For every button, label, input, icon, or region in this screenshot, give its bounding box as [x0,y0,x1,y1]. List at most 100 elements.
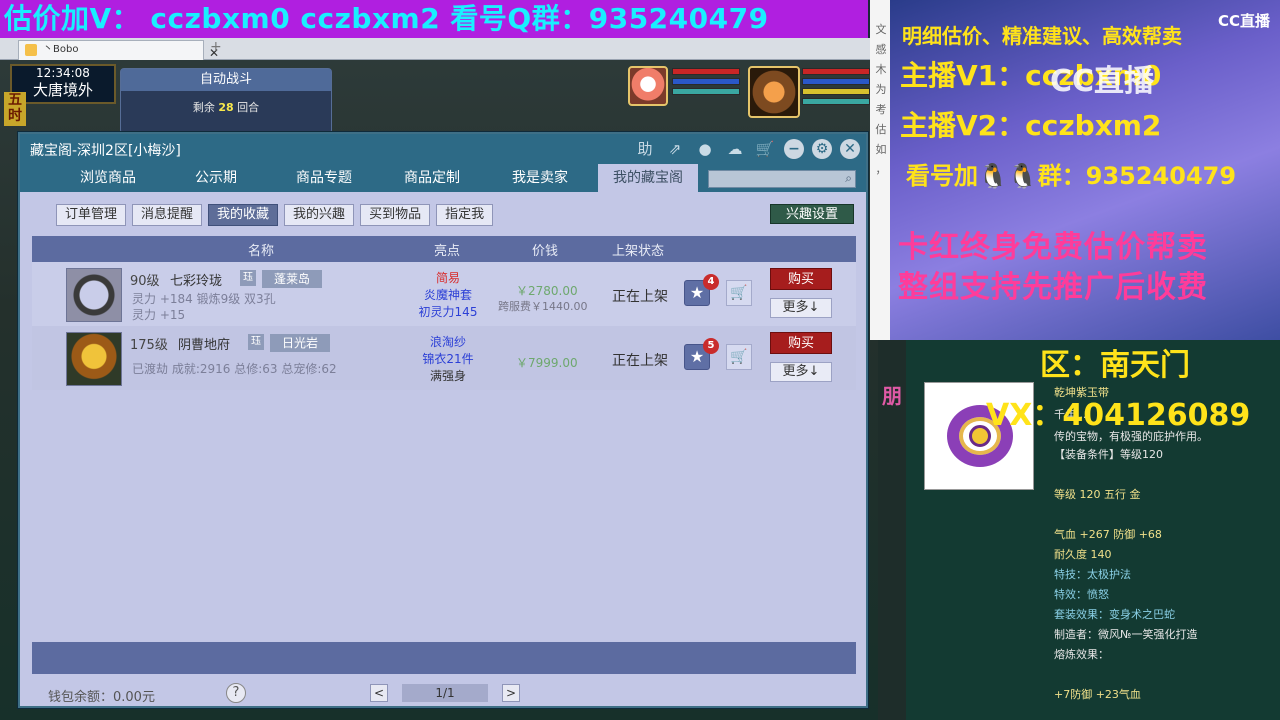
tab-browse[interactable]: 浏览商品 [58,164,158,192]
player-status-bars [802,68,870,108]
designated-me-button[interactable]: 指定我 [436,204,494,226]
order-management-button[interactable]: 订单管理 [56,204,127,226]
tab-custom[interactable]: 商品定制 [382,164,482,192]
promo-line-3: 主播V2：cczbxm2 [900,109,1162,142]
item-attributes: 灵力 +184 锻炼9级 双3孔 [132,292,276,306]
pet-status-bars [672,68,740,98]
player-avatar-icon[interactable] [748,66,800,118]
col-status: 上架状态 [612,244,665,259]
col-highlight: 亮点 [434,244,461,259]
sub-nav: 订单管理 消息提醒 我的收藏 我的兴趣 买到物品 指定我 [56,204,494,226]
tooltip-requirement: 【装备条件】等级120 [1054,448,1163,461]
table-header: 名称 亮点 价钱 上架状态 [32,236,856,262]
tooltip-smelt-label: 熔炼效果： [1054,648,1109,661]
tab-my-pavilion[interactable]: 我的藏宝阁 [598,164,698,192]
chat-char: ， [875,163,887,176]
tooltip-effect: 特效：愤怒 [1054,588,1109,601]
tooltip-smelt: +7防御 +23气血 [1054,688,1141,701]
col-price: 价钱 [532,244,559,259]
tab-topics[interactable]: 商品专题 [274,164,374,192]
game-time: 12:34:08 [36,66,90,80]
stream-promo-panel: CC直播 明细估价、精准建议、高效帮卖 主播V1：cczbxm0 主播V2：cc… [890,0,1280,340]
my-interests-button[interactable]: 我的兴趣 [284,204,355,226]
item-attributes: 已渡劫 成就:2916 总修:63 总宠修:62 [132,362,337,376]
listing-status: 正在上架 [612,353,668,369]
item-level: 175级 [130,338,168,353]
search-icon[interactable]: ⌕ [845,171,852,186]
pet-avatar-icon[interactable] [628,66,668,106]
help-question-icon[interactable]: ? [226,683,246,703]
add-to-cart-icon[interactable]: 🛒 [726,280,752,306]
buy-button[interactable]: 购买 [770,268,832,290]
highlight-text: 炎魔神套 [423,288,472,302]
message-alert-button[interactable]: 消息提醒 [132,204,203,226]
chat-strip: 文 感 木 为 考 估 如 ， [870,0,892,340]
promo-line-4: 看号加🐧🐧群：935240479 [906,162,1237,190]
server-tag: 珏 [248,334,264,350]
item-name: 阴曹地府 [178,338,231,353]
tooltip-stats: 气血 +267 防御 +68 [1054,528,1162,541]
close-icon[interactable]: ✕ [840,139,860,159]
character-portrait-icon[interactable] [66,332,122,386]
promo-banner: 估价加V： cczbxm0 cczbxm2 看号Q群：935240479 [0,0,868,38]
col-name: 名称 [248,244,275,259]
game-location: 大唐境外 [32,81,93,99]
highlight-text: 初灵力145 [418,305,478,319]
more-button[interactable]: 更多↓ [770,362,832,382]
tooltip-maker: 制造者：微风№一笑强化打造 [1054,628,1198,641]
listing-status: 正在上架 [612,289,668,305]
window-tools: 助 ⇗ ● ☁ 🛒 − ⚙ ✕ [634,138,860,160]
add-to-cart-icon[interactable]: 🛒 [726,344,752,370]
chat-char: 如 [875,143,887,156]
auto-battle-rounds: 剩余 28 回合 [192,101,260,114]
cc-live-logo: CC直播 [1217,12,1270,30]
tab-publicity[interactable]: 公示期 [166,164,266,192]
promo-line-5: 卡红终身免费估价帮卖 [898,230,1208,265]
server-badge: 日光岩 [270,334,331,352]
highlight-text: 简易 [435,271,460,285]
interest-settings-button[interactable]: 兴趣设置 [770,204,854,224]
minimize-icon[interactable]: − [784,139,804,159]
time-period-tag: 五时 [4,92,26,126]
purchased-items-button[interactable]: 买到物品 [360,204,431,226]
page-indicator: 1/1 [402,684,488,702]
highlight-text: 浪淘纱 [429,335,466,349]
vx-overlay: VX：404126089 [986,398,1251,433]
table-row[interactable]: 175级 阴曹地府 珏 日光岩 已渡劫 成就:2916 总修:63 总宠修:62… [32,326,856,390]
auto-battle-title: 自动战斗 [121,69,331,91]
tab-seller[interactable]: 我是卖家 [490,164,590,192]
cart-icon[interactable]: 🛒 [754,138,776,160]
browser-tab[interactable]: 丶Bobo ✕ [18,40,219,60]
tooltip-set: 套装效果：变身术之巴蛇 [1054,608,1175,621]
wallet-balance: 钱包余额：0.00元 [48,690,155,705]
cross-server-fee: 跨服费￥1440.00 [498,300,588,313]
promo-line-1: 明细估价、精准建议、高效帮卖 [902,24,1182,48]
item-name: 七彩玲珑 [170,274,223,289]
my-favorites-button[interactable]: 我的收藏 [208,204,279,226]
more-button[interactable]: 更多↓ [770,298,832,318]
table-row[interactable]: 90级 七彩玲珑 珏 蓬莱岛 灵力 +184 锻炼9级 双3孔 灵力 +15 简… [32,262,856,326]
search-input[interactable]: ⌕ [708,170,856,188]
promo-line-6: 整组支持先推广后收费 [898,270,1208,305]
table-footer-band [32,642,856,674]
chat-icon[interactable]: ☁ [724,138,746,160]
necklace-item-icon[interactable] [66,268,122,322]
chat-char: 感 [875,43,887,56]
server-badge: 蓬莱岛 [262,270,323,288]
record-icon[interactable]: ● [694,138,716,160]
next-page-button[interactable]: > [502,684,520,702]
chat-char: 考 [875,103,887,116]
pin-icon[interactable]: ⇗ [664,138,686,160]
region-overlay: 区：南天门 [1040,348,1190,383]
item-tooltip: 乾坤紫玉带 千年... 传的宝物，有极强的庇护作用。 【装备条件】等级120 等… [906,340,1280,720]
tab-favicon-icon [25,44,37,56]
new-tab-icon[interactable]: + [210,39,222,55]
buy-button[interactable]: 购买 [770,332,832,354]
settings-gear-icon[interactable]: ⚙ [812,139,832,159]
help-icon[interactable]: 助 [634,138,656,160]
item-price: ￥2780.00 [516,284,578,298]
prev-page-button[interactable]: < [370,684,388,702]
auto-battle-panel[interactable]: 自动战斗 剩余 28 回合 [120,68,332,134]
window-titlebar[interactable]: 藏宝阁-深圳2区[小梅沙] 助 ⇗ ● ☁ 🛒 − ⚙ ✕ [20,134,866,164]
tooltip-skill: 特技：太极护法 [1054,568,1131,581]
